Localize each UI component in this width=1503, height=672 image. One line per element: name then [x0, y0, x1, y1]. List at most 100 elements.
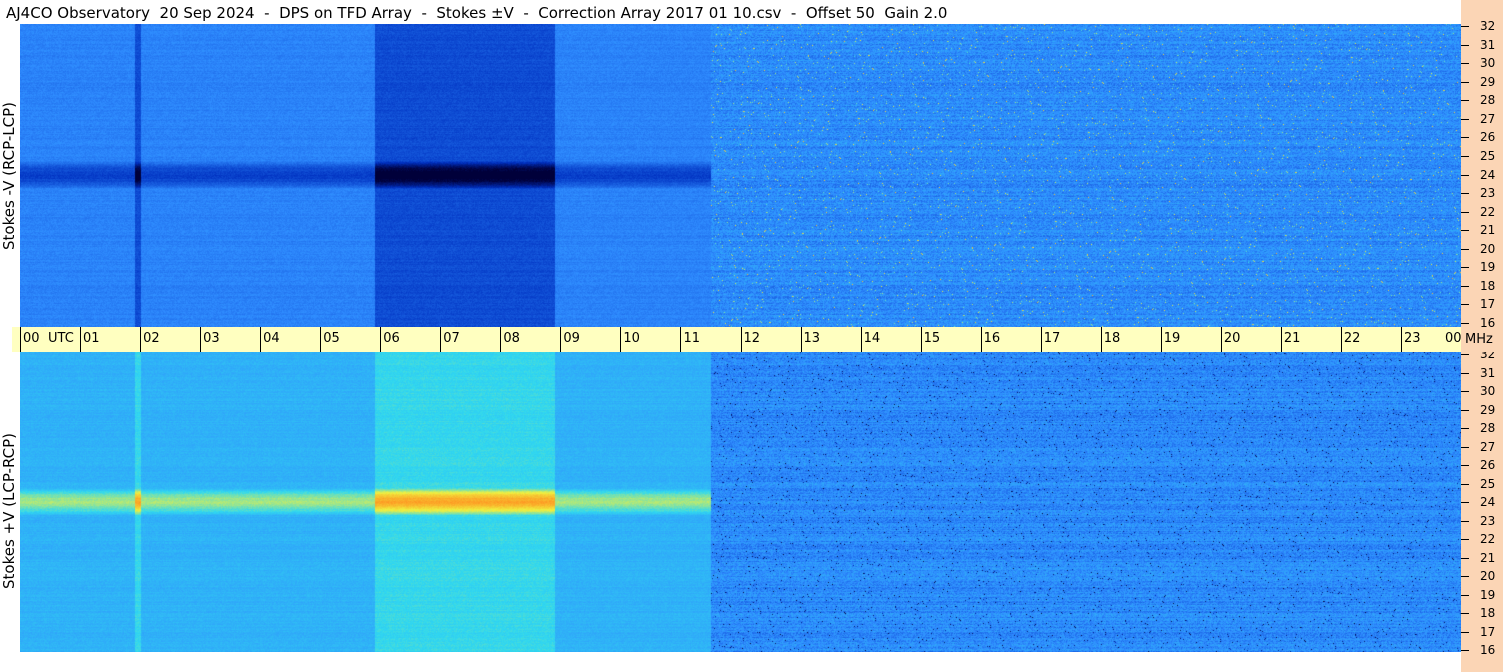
mhz-tick-label: 17 [1480, 624, 1496, 639]
mhz-tick [1461, 118, 1469, 120]
mhz-tick [1461, 63, 1469, 65]
utc-tick [320, 327, 322, 352]
utc-tick [380, 327, 382, 352]
utc-tick [1280, 327, 1282, 352]
utc-tick-label: 04 [263, 331, 280, 346]
mhz-tick-label: 20 [1480, 569, 1496, 583]
mhz-tick-label: 21 [1480, 223, 1496, 238]
spectrogram-bottom [20, 352, 1461, 652]
utc-tick-label: 08 [503, 331, 520, 346]
mhz-tick-label: 30 [1480, 384, 1496, 398]
utc-tick-label: 10 [623, 331, 640, 346]
mhz-tick-label: 17 [1480, 297, 1496, 312]
utc-tick [260, 327, 262, 352]
utc-tick-label: 00 [23, 331, 40, 346]
utc-tick-label: 11 [683, 331, 700, 346]
utc-tick-label: 14 [863, 331, 881, 346]
mhz-tick [1461, 391, 1469, 392]
spectrogram-top-canvas [20, 24, 1461, 327]
mhz-tick [1461, 520, 1469, 522]
mhz-tick-label: 23 [1480, 513, 1496, 528]
utc-tick [20, 327, 21, 352]
utc-tick [800, 327, 802, 352]
utc-tick [440, 327, 442, 352]
utc-tick-label: 21 [1283, 331, 1301, 346]
utc-tick [1220, 327, 1222, 352]
mhz-tick [1461, 594, 1469, 596]
mhz-tick-label: 24 [1480, 495, 1496, 509]
utc-tick [1400, 327, 1402, 352]
mhz-tick [1461, 428, 1469, 429]
mhz-tick [1461, 267, 1469, 269]
mhz-tick-label: 19 [1480, 260, 1496, 275]
mhz-tick [1461, 155, 1469, 157]
mhz-axis-top: 16 17 18 19 20 21 22 23 24 25 26 27 28 29 30 31 32 [1461, 0, 1503, 329]
mhz-tick-label: 27 [1480, 439, 1496, 454]
utc-tick [560, 327, 562, 352]
utc-tick [980, 327, 982, 352]
mhz-tick-label: 22 [1480, 532, 1496, 546]
spectrogram-top [20, 24, 1461, 327]
mhz-tick [1461, 372, 1469, 374]
bottom-panel-label: Stokes +V (LCP-RCP) [0, 433, 18, 589]
mhz-tick [1461, 354, 1469, 355]
utc-tick-label: 06 [383, 331, 400, 346]
mhz-tick-label: 29 [1480, 74, 1496, 89]
utc-tick-label: 23 [1403, 331, 1421, 346]
utc-tick-label: 20 [1223, 331, 1241, 346]
mhz-tick [1461, 650, 1469, 651]
mhz-tick [1461, 502, 1469, 503]
mhz-tick-label: 26 [1480, 458, 1496, 472]
utc-tick [740, 327, 742, 352]
mhz-tick-label: 26 [1480, 130, 1496, 145]
mhz-tick-label: 20 [1480, 241, 1496, 256]
utc-tick-label: 15 [923, 331, 941, 346]
utc-tick-label: 22 [1343, 331, 1361, 346]
mhz-tick-label: 28 [1480, 421, 1496, 435]
mhz-tick-label: 25 [1480, 148, 1496, 163]
mhz-tick [1461, 248, 1469, 250]
utc-tick [80, 327, 82, 352]
page-title: AJ4CO Observatory 20 Sep 2024 - DPS on T… [6, 4, 948, 22]
mhz-tick-label: 19 [1480, 587, 1496, 602]
mhz-tick [1461, 557, 1469, 559]
utc-tick [620, 327, 622, 352]
utc-tick-label: 13 [803, 331, 821, 346]
utc-tick-label: 02 [143, 331, 160, 346]
mhz-tick [1461, 193, 1469, 195]
mhz-tick-label: 18 [1480, 278, 1496, 293]
mhz-tick [1461, 285, 1469, 287]
mhz-tick [1461, 44, 1469, 46]
utc-tick-label: 19 [1163, 331, 1181, 346]
mhz-tick-label: 23 [1480, 186, 1496, 201]
mhz-tick-label: 18 [1480, 606, 1496, 620]
mhz-tick [1461, 483, 1469, 485]
mhz-tick-label: 21 [1480, 550, 1496, 565]
utc-tick [1160, 327, 1162, 352]
mhz-tick [1461, 211, 1469, 213]
utc-tick-label: 05 [323, 331, 340, 346]
utc-tick-label: 17 [1043, 331, 1061, 346]
mhz-tick-label: 31 [1480, 37, 1496, 52]
mhz-tick [1461, 100, 1469, 102]
mhz-tick [1461, 465, 1469, 466]
mhz-tick [1461, 409, 1469, 411]
mhz-tick [1461, 137, 1469, 139]
utc-tick [200, 327, 202, 352]
mhz-tick-label: 27 [1480, 111, 1496, 126]
mhz-tick [1461, 576, 1469, 577]
mhz-tick [1461, 631, 1469, 633]
top-panel-label: Stokes -V (RCP-LCP) [0, 101, 18, 250]
utc-tick-label: 01 [83, 331, 100, 346]
utc-tick-label: 07 [443, 331, 460, 346]
mhz-tick-label: 22 [1480, 204, 1496, 219]
mhz-axis-bottom: 16 17 18 19 20 21 22 23 24 25 26 27 28 29 30 31 32 [1461, 348, 1503, 672]
utc-tick-label: 09 [563, 331, 580, 346]
utc-tick-label: 03 [203, 331, 220, 346]
utc-tick [1100, 327, 1102, 352]
mhz-tick-label: 16 [1480, 643, 1496, 657]
mhz-tick [1461, 613, 1469, 614]
mhz-tick-label: 29 [1480, 402, 1496, 417]
mhz-tick-label: 32 [1480, 19, 1496, 33]
utc-tick [140, 327, 142, 352]
